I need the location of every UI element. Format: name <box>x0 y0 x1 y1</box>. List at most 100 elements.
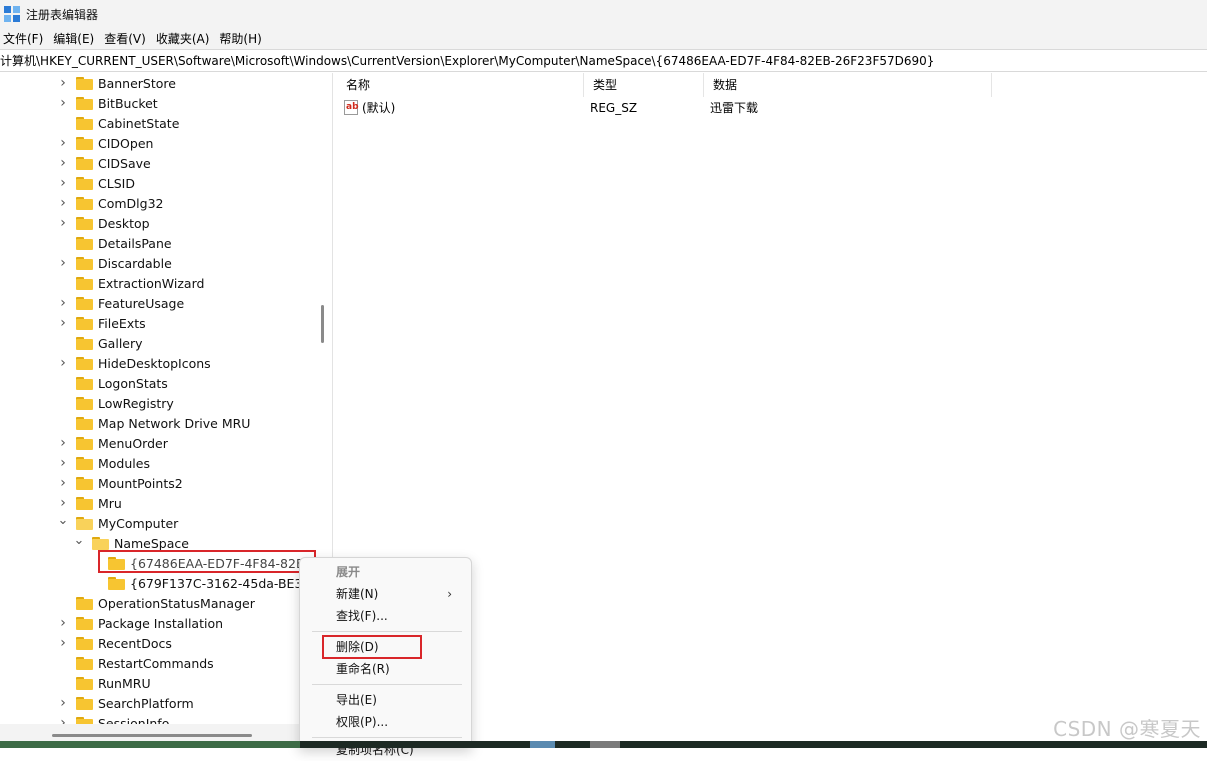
tree-item-label: CLSID <box>98 175 135 191</box>
tree-item[interactable]: RestartCommands <box>58 653 214 673</box>
tree-item[interactable]: › CIDSave <box>58 153 151 173</box>
value-row[interactable]: ab (默认) REG_SZ 迅雷下载 <box>337 98 1207 118</box>
menu-item-delete[interactable]: 删除(D) <box>336 636 379 658</box>
chevron-right-icon[interactable]: › <box>58 213 68 233</box>
tree-item-label: Gallery <box>98 335 143 351</box>
tree-item[interactable]: › Desktop <box>58 213 149 233</box>
tree-item[interactable]: Gallery <box>58 333 143 353</box>
tree-item[interactable]: › SearchPlatform <box>58 693 193 713</box>
tree-item-label: MenuOrder <box>98 435 168 451</box>
tree-item-label: CabinetState <box>98 115 180 131</box>
tree-item-label: {67486EAA-ED7F-4F84-82EB-2 <box>130 555 325 571</box>
chevron-right-icon[interactable]: › <box>58 133 68 153</box>
chevron-right-icon[interactable]: › <box>58 453 68 473</box>
tree-item[interactable]: LogonStats <box>58 373 168 393</box>
chevron-right-icon[interactable]: › <box>58 93 68 113</box>
tree-item[interactable]: › MountPoints2 <box>58 473 183 493</box>
chevron-right-icon[interactable]: › <box>58 313 68 333</box>
tree-item[interactable]: › Mru <box>58 493 122 513</box>
tree-item[interactable]: Map Network Drive MRU <box>58 413 250 433</box>
folder-icon <box>92 536 109 550</box>
tree-vertical-scrollbar[interactable] <box>321 305 324 343</box>
tree-item[interactable]: › Modules <box>58 453 150 473</box>
menu-item-new[interactable]: 新建(N) › <box>336 583 464 605</box>
tree-item[interactable]: › CLSID <box>58 173 135 193</box>
menu-help[interactable]: 帮助(H) <box>216 30 268 47</box>
menu-favorites[interactable]: 收藏夹(A) <box>153 30 217 47</box>
tree-item-label: NameSpace <box>114 535 189 551</box>
chevron-right-icon[interactable]: › <box>58 433 68 453</box>
tree-item[interactable]: › FeatureUsage <box>58 293 184 313</box>
menu-bar: 文件(F) 编辑(E) 查看(V) 收藏夹(A) 帮助(H) <box>0 28 1207 49</box>
tree-item-label: MountPoints2 <box>98 475 183 491</box>
menu-item-expand[interactable]: 展开 <box>336 561 360 583</box>
chevron-right-icon[interactable]: › <box>58 253 68 273</box>
tree-horizontal-scrollbar[interactable] <box>52 734 252 737</box>
column-header-type[interactable]: 类型 <box>584 73 704 97</box>
tree-item[interactable]: › Package Installation <box>58 613 223 633</box>
chevron-right-icon[interactable]: › <box>58 173 68 193</box>
menu-file[interactable]: 文件(F) <box>0 30 50 47</box>
tree-item[interactable]: {67486EAA-ED7F-4F84-82EB-2 <box>90 553 325 573</box>
chevron-right-icon[interactable]: › <box>58 153 68 173</box>
tree-item[interactable]: › BitBucket <box>58 93 158 113</box>
folder-icon <box>76 676 93 690</box>
key-tree-pane[interactable]: › SessionInfo › SearchPlatform RunMRU Restart… <box>0 73 333 748</box>
tree-item-label: RecentDocs <box>98 635 172 651</box>
chevron-right-icon[interactable]: › <box>58 473 68 493</box>
folder-icon <box>76 296 93 310</box>
tree-item[interactable]: › Discardable <box>58 253 172 273</box>
tree-item[interactable]: › ComDlg32 <box>58 193 163 213</box>
tree-item[interactable]: › BannerStore <box>58 73 176 93</box>
tree-item-label: HideDesktopIcons <box>98 355 211 371</box>
tree-item[interactable]: › HideDesktopIcons <box>58 353 211 373</box>
tree-item[interactable]: OperationStatusManager <box>58 593 255 613</box>
folder-icon <box>76 236 93 250</box>
chevron-down-icon[interactable]: ⌄ <box>58 510 69 530</box>
tree-item[interactable]: RunMRU <box>58 673 151 693</box>
tree-item[interactable]: › CIDOpen <box>58 133 153 153</box>
menu-item-permissions[interactable]: 权限(P)... <box>336 711 388 733</box>
menu-separator <box>312 737 462 738</box>
tree-item[interactable]: › RecentDocs <box>58 633 172 653</box>
folder-icon <box>76 216 93 230</box>
tree-item[interactable]: LowRegistry <box>58 393 174 413</box>
column-header-name[interactable]: 名称 <box>337 73 584 97</box>
tree-item[interactable]: DetailsPane <box>58 233 172 253</box>
chevron-right-icon[interactable]: › <box>58 193 68 213</box>
tree-item[interactable]: CabinetState <box>58 113 179 133</box>
tree-item[interactable]: ⌄ MyComputer <box>58 510 179 533</box>
tree-item[interactable]: › FileExts <box>58 313 145 333</box>
folder-icon <box>76 196 93 210</box>
menu-edit[interactable]: 编辑(E) <box>50 30 101 47</box>
address-path[interactable]: 计算机\HKEY_CURRENT_USER\Software\Microsoft… <box>0 52 934 69</box>
tree-item[interactable]: {679F137C-3162-45da-BE3C-2 <box>90 573 324 593</box>
menu-item-rename[interactable]: 重命名(R) <box>336 658 390 680</box>
column-header-data[interactable]: 数据 <box>704 73 992 97</box>
address-bar[interactable]: 计算机\HKEY_CURRENT_USER\Software\Microsoft… <box>0 49 1207 72</box>
chevron-down-icon[interactable]: ⌄ <box>74 530 85 550</box>
tree-item[interactable]: ⌄ NameSpace <box>74 533 189 553</box>
chevron-right-icon[interactable]: › <box>58 613 68 633</box>
folder-icon <box>76 476 93 490</box>
chevron-right-icon[interactable]: › <box>58 633 68 653</box>
menu-item-export[interactable]: 导出(E) <box>336 689 377 711</box>
menu-view[interactable]: 查看(V) <box>101 30 153 47</box>
tree-item-label: Mru <box>98 495 122 511</box>
chevron-right-icon[interactable]: › <box>58 353 68 373</box>
chevron-right-icon[interactable]: › <box>58 693 68 713</box>
folder-icon <box>76 416 93 430</box>
tree-item-label: LogonStats <box>98 375 168 391</box>
tree-item[interactable]: › MenuOrder <box>58 433 168 453</box>
chevron-right-icon[interactable]: › <box>58 493 68 513</box>
tree-item[interactable]: ExtractionWizard <box>58 273 204 293</box>
taskbar-strip <box>0 741 1207 748</box>
chevron-right-icon[interactable]: › <box>58 73 68 93</box>
menu-item-find[interactable]: 查找(F)... <box>336 605 388 627</box>
chevron-right-icon[interactable]: › <box>58 293 68 313</box>
